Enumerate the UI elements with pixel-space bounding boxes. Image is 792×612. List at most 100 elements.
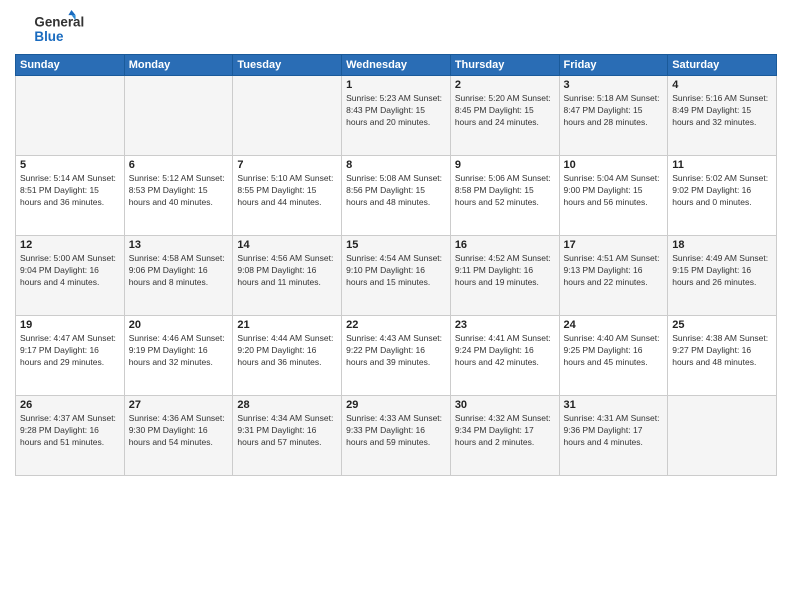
svg-text:Blue: Blue bbox=[34, 29, 63, 44]
calendar-cell: 11Sunrise: 5:02 AM Sunset: 9:02 PM Dayli… bbox=[668, 156, 777, 236]
weekday-header-sunday: Sunday bbox=[16, 55, 125, 76]
day-info: Sunrise: 4:31 AM Sunset: 9:36 PM Dayligh… bbox=[564, 413, 664, 449]
day-info: Sunrise: 5:12 AM Sunset: 8:53 PM Dayligh… bbox=[129, 173, 229, 209]
day-info: Sunrise: 5:10 AM Sunset: 8:55 PM Dayligh… bbox=[237, 173, 337, 209]
calendar-cell: 4 Sunrise: 5:16 AM Sunset: 8:49 PM Daylig… bbox=[668, 76, 777, 156]
day-info: Sunrise: 4:44 AM Sunset: 9:20 PM Dayligh… bbox=[237, 333, 337, 369]
day-number: 13 bbox=[129, 239, 229, 251]
day-number: 27 bbox=[129, 399, 229, 411]
day-number: 10 bbox=[564, 159, 664, 171]
weekday-header-friday: Friday bbox=[559, 55, 668, 76]
day-info: Sunrise: 4:49 AM Sunset: 9:15 PM Dayligh… bbox=[672, 253, 772, 289]
day-info: Sunrise: 5:02 AM Sunset: 9:02 PM Dayligh… bbox=[672, 173, 772, 209]
calendar-cell bbox=[668, 396, 777, 476]
day-info: Sunrise: 4:40 AM Sunset: 9:25 PM Dayligh… bbox=[564, 333, 664, 369]
calendar-cell: 31 Sunrise: 4:31 AM Sunset: 9:36 PM Dayli… bbox=[559, 396, 668, 476]
weekday-header-saturday: Saturday bbox=[668, 55, 777, 76]
calendar-cell: 18 Sunrise: 4:49 AM Sunset: 9:15 PM Dayli… bbox=[668, 236, 777, 316]
calendar-cell bbox=[16, 76, 125, 156]
day-number: 3 bbox=[564, 79, 664, 91]
calendar-cell: 14Sunrise: 4:56 AM Sunset: 9:08 PM Dayli… bbox=[233, 236, 342, 316]
day-info: Sunrise: 4:41 AM Sunset: 9:24 PM Dayligh… bbox=[455, 333, 555, 369]
calendar-table: SundayMondayTuesdayWednesdayThursdayFrid… bbox=[15, 54, 777, 476]
day-info: Sunrise: 4:58 AM Sunset: 9:06 PM Dayligh… bbox=[129, 253, 229, 289]
calendar-cell: 19 Sunrise: 4:47 AM Sunset: 9:17 PM Dayli… bbox=[16, 316, 125, 396]
calendar-cell: 21Sunrise: 4:44 AM Sunset: 9:20 PM Dayli… bbox=[233, 316, 342, 396]
day-info: Sunrise: 4:37 AM Sunset: 9:28 PM Dayligh… bbox=[20, 413, 120, 449]
week-row-3: 12 Sunrise: 5:00 AM Sunset: 9:04 PM Dayli… bbox=[16, 236, 777, 316]
weekday-header-thursday: Thursday bbox=[450, 55, 559, 76]
calendar-cell bbox=[124, 76, 233, 156]
calendar-cell: 7 Sunrise: 5:10 AM Sunset: 8:55 PM Daylig… bbox=[233, 156, 342, 236]
calendar-cell: 3 Sunrise: 5:18 AM Sunset: 8:47 PM Daylig… bbox=[559, 76, 668, 156]
day-info: Sunrise: 5:18 AM Sunset: 8:47 PM Dayligh… bbox=[564, 93, 664, 129]
day-info: Sunrise: 5:00 AM Sunset: 9:04 PM Dayligh… bbox=[20, 253, 120, 289]
day-number: 16 bbox=[455, 239, 555, 251]
day-number: 30 bbox=[455, 399, 555, 411]
weekday-header-wednesday: Wednesday bbox=[342, 55, 451, 76]
day-info: Sunrise: 4:52 AM Sunset: 9:11 PM Dayligh… bbox=[455, 253, 555, 289]
calendar-cell: 24 Sunrise: 4:40 AM Sunset: 9:25 PM Dayli… bbox=[559, 316, 668, 396]
calendar-cell: 15 Sunrise: 4:54 AM Sunset: 9:10 PM Dayli… bbox=[342, 236, 451, 316]
day-number: 5 bbox=[20, 159, 120, 171]
calendar-cell: 17 Sunrise: 4:51 AM Sunset: 9:13 PM Dayli… bbox=[559, 236, 668, 316]
day-info: Sunrise: 4:43 AM Sunset: 9:22 PM Dayligh… bbox=[346, 333, 446, 369]
day-number: 17 bbox=[564, 239, 664, 251]
day-number: 25 bbox=[672, 319, 772, 331]
day-number: 12 bbox=[20, 239, 120, 251]
calendar-cell: 23Sunrise: 4:41 AM Sunset: 9:24 PM Dayli… bbox=[450, 316, 559, 396]
day-info: Sunrise: 4:34 AM Sunset: 9:31 PM Dayligh… bbox=[237, 413, 337, 449]
logo-icon: General Blue bbox=[15, 10, 95, 46]
calendar-cell: 2 Sunrise: 5:20 AM Sunset: 8:45 PM Daylig… bbox=[450, 76, 559, 156]
day-info: Sunrise: 5:16 AM Sunset: 8:49 PM Dayligh… bbox=[672, 93, 772, 129]
header: General Blue bbox=[15, 10, 777, 46]
day-number: 24 bbox=[564, 319, 664, 331]
logo: General Blue bbox=[15, 10, 97, 46]
day-info: Sunrise: 4:47 AM Sunset: 9:17 PM Dayligh… bbox=[20, 333, 120, 369]
calendar-cell: 22 Sunrise: 4:43 AM Sunset: 9:22 PM Dayli… bbox=[342, 316, 451, 396]
week-row-1: 1 Sunrise: 5:23 AM Sunset: 8:43 PM Daylig… bbox=[16, 76, 777, 156]
calendar-cell: 27 Sunrise: 4:36 AM Sunset: 9:30 PM Dayli… bbox=[124, 396, 233, 476]
calendar-page: General Blue SundayMondayTuesdayWednesda… bbox=[0, 0, 792, 612]
day-number: 1 bbox=[346, 79, 446, 91]
calendar-cell: 30 Sunrise: 4:32 AM Sunset: 9:34 PM Dayli… bbox=[450, 396, 559, 476]
day-info: Sunrise: 5:04 AM Sunset: 9:00 PM Dayligh… bbox=[564, 173, 664, 209]
calendar-cell: 29 Sunrise: 4:33 AM Sunset: 9:33 PM Dayli… bbox=[342, 396, 451, 476]
day-number: 22 bbox=[346, 319, 446, 331]
weekday-header-row: SundayMondayTuesdayWednesdayThursdayFrid… bbox=[16, 55, 777, 76]
day-info: Sunrise: 5:14 AM Sunset: 8:51 PM Dayligh… bbox=[20, 173, 120, 209]
day-info: Sunrise: 5:06 AM Sunset: 8:58 PM Dayligh… bbox=[455, 173, 555, 209]
day-info: Sunrise: 5:08 AM Sunset: 8:56 PM Dayligh… bbox=[346, 173, 446, 209]
day-number: 2 bbox=[455, 79, 555, 91]
calendar-cell: 6 Sunrise: 5:12 AM Sunset: 8:53 PM Daylig… bbox=[124, 156, 233, 236]
calendar-cell: 28 Sunrise: 4:34 AM Sunset: 9:31 PM Dayli… bbox=[233, 396, 342, 476]
day-number: 19 bbox=[20, 319, 120, 331]
day-info: Sunrise: 4:36 AM Sunset: 9:30 PM Dayligh… bbox=[129, 413, 229, 449]
weekday-header-monday: Monday bbox=[124, 55, 233, 76]
day-number: 4 bbox=[672, 79, 772, 91]
day-info: Sunrise: 4:51 AM Sunset: 9:13 PM Dayligh… bbox=[564, 253, 664, 289]
day-info: Sunrise: 4:33 AM Sunset: 9:33 PM Dayligh… bbox=[346, 413, 446, 449]
svg-text:General: General bbox=[34, 14, 84, 29]
day-info: Sunrise: 5:20 AM Sunset: 8:45 PM Dayligh… bbox=[455, 93, 555, 129]
calendar-cell: 8Sunrise: 5:08 AM Sunset: 8:56 PM Daylig… bbox=[342, 156, 451, 236]
day-number: 20 bbox=[129, 319, 229, 331]
day-number: 28 bbox=[237, 399, 337, 411]
calendar-cell: 5 Sunrise: 5:14 AM Sunset: 8:51 PM Daylig… bbox=[16, 156, 125, 236]
day-number: 31 bbox=[564, 399, 664, 411]
day-info: Sunrise: 4:38 AM Sunset: 9:27 PM Dayligh… bbox=[672, 333, 772, 369]
calendar-cell: 13 Sunrise: 4:58 AM Sunset: 9:06 PM Dayli… bbox=[124, 236, 233, 316]
day-number: 18 bbox=[672, 239, 772, 251]
week-row-4: 19 Sunrise: 4:47 AM Sunset: 9:17 PM Dayli… bbox=[16, 316, 777, 396]
day-info: Sunrise: 4:32 AM Sunset: 9:34 PM Dayligh… bbox=[455, 413, 555, 449]
day-info: Sunrise: 4:46 AM Sunset: 9:19 PM Dayligh… bbox=[129, 333, 229, 369]
day-number: 29 bbox=[346, 399, 446, 411]
calendar-cell: 10 Sunrise: 5:04 AM Sunset: 9:00 PM Dayli… bbox=[559, 156, 668, 236]
day-number: 7 bbox=[237, 159, 337, 171]
day-info: Sunrise: 5:23 AM Sunset: 8:43 PM Dayligh… bbox=[346, 93, 446, 129]
day-number: 15 bbox=[346, 239, 446, 251]
day-number: 6 bbox=[129, 159, 229, 171]
day-info: Sunrise: 4:54 AM Sunset: 9:10 PM Dayligh… bbox=[346, 253, 446, 289]
week-row-5: 26 Sunrise: 4:37 AM Sunset: 9:28 PM Dayli… bbox=[16, 396, 777, 476]
day-number: 26 bbox=[20, 399, 120, 411]
